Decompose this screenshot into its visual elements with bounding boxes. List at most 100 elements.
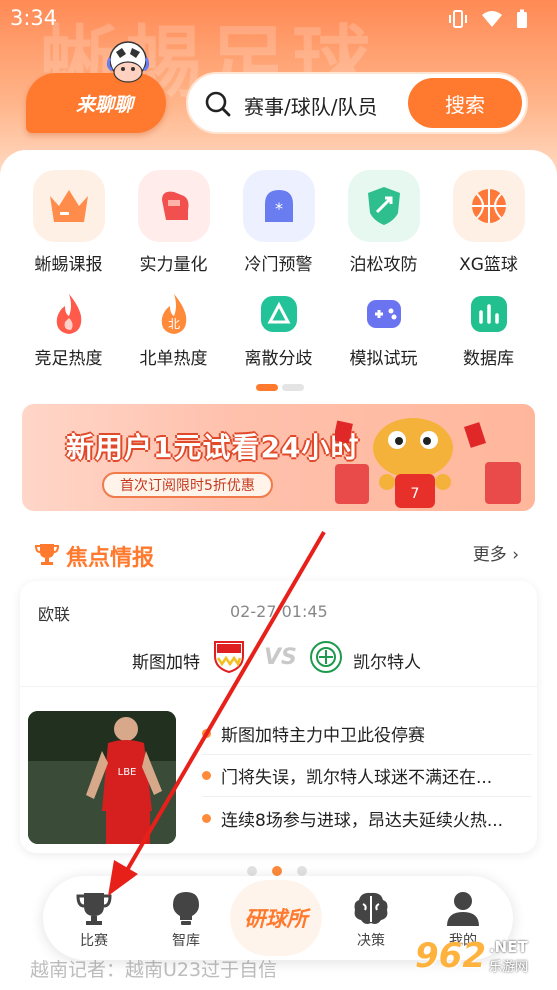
- home-team: 斯图加特: [132, 653, 200, 673]
- vibrate-icon: [449, 10, 467, 28]
- banner-title: 新用户1元试看24小时: [66, 431, 360, 464]
- triangle-icon: [255, 290, 303, 338]
- flame-icon: [45, 290, 93, 338]
- grid-label: 模拟试玩: [349, 349, 418, 369]
- match-card[interactable]: 欧联 02-27 01:45 斯图加特 VS 凯尔特人 LBE 斯图加特主力中卫…: [20, 581, 537, 853]
- battery-icon: [517, 9, 527, 28]
- celtic-crest-icon: [310, 641, 342, 673]
- banner-subtitle: 首次订阅限时5折优惠: [102, 472, 273, 498]
- brain-icon: [354, 892, 388, 924]
- grid-label: XG篮球: [459, 255, 518, 275]
- watermark-text: .NET 乐游网: [489, 938, 528, 975]
- vs-label: VS: [264, 645, 297, 670]
- flame-bei-icon: 北: [150, 290, 198, 338]
- mascot-icon: [106, 41, 150, 83]
- chat-bubble-icon: [53, 94, 63, 112]
- grid-label: 泊松攻防: [349, 255, 418, 275]
- gamepad-icon: [360, 290, 408, 338]
- nav-item-think-tank[interactable]: 智库: [151, 890, 221, 950]
- grid-label: 竞足热度: [34, 349, 103, 369]
- grid-label: 冷门预警: [244, 255, 313, 275]
- away-team: 凯尔特人: [353, 653, 421, 673]
- card-divider: [20, 686, 537, 687]
- svg-text:北: 北: [167, 317, 179, 331]
- user-icon: [447, 892, 479, 926]
- grid-item-xg-basketball[interactable]: XG篮球: [436, 170, 541, 275]
- watermark-net: .NET: [488, 937, 528, 956]
- search-input[interactable]: 赛事/球队/队员: [244, 91, 377, 120]
- news-text: 门将失误，凯尔特人球迷不满还在...: [221, 768, 493, 788]
- news-list: 斯图加特主力中卫此役停赛 门将失误，凯尔特人球迷不满还在... 连续8场参与进球…: [202, 713, 532, 839]
- chat-label: 来聊聊: [76, 93, 134, 116]
- feature-grid-row-1: 蜥蜴课报 实力量化 * 冷门预警 泊松攻防 XG篮球: [16, 170, 557, 275]
- trophy-icon: [76, 893, 112, 925]
- bullet-dot: [202, 813, 211, 823]
- nav-label: 决策: [357, 933, 385, 949]
- status-time: 3:34: [10, 6, 58, 30]
- grid-item-lizard-report[interactable]: 蜥蜴课报: [16, 170, 121, 275]
- grid-pager: [256, 384, 304, 391]
- carousel-dot-active: [272, 866, 282, 876]
- grid-item-jingzu-heat[interactable]: 竞足热度: [16, 290, 121, 369]
- search-button[interactable]: 搜索: [408, 78, 522, 128]
- grid-label: 北单热度: [139, 349, 208, 369]
- news-text: 连续8场参与进球，昂达夫延续火热...: [221, 810, 504, 831]
- nav-item-lab[interactable]: 研球所: [230, 880, 322, 956]
- carousel-dot: [297, 866, 307, 876]
- svg-text:7: 7: [411, 486, 420, 502]
- section-title: 焦点情报: [66, 546, 155, 571]
- pager-dot-active: [256, 384, 278, 391]
- status-bar: 3:34: [0, 0, 557, 38]
- more-link[interactable]: 更多 ›: [473, 540, 519, 565]
- grid-item-poisson[interactable]: 泊松攻防: [331, 170, 436, 275]
- lizard-mascot-icon: 7: [335, 418, 521, 508]
- chart-icon: [465, 290, 513, 338]
- boxing-glove-icon: [137, 170, 210, 242]
- pager-dot: [282, 384, 304, 391]
- grid-label: 实力量化: [139, 255, 208, 275]
- nav-center-label: 研球所: [244, 907, 308, 931]
- news-photo[interactable]: LBE: [28, 711, 176, 844]
- grid-item-discrete[interactable]: 离散分歧: [226, 290, 331, 369]
- search-icon: [205, 91, 231, 117]
- site-watermark-logo: 962 .NET 乐游网: [415, 936, 528, 976]
- league-name: 欧联: [38, 605, 71, 624]
- grid-label: 数据库: [463, 349, 514, 369]
- crown-icon: [32, 170, 105, 242]
- grid-item-upset-alert[interactable]: * 冷门预警: [226, 170, 331, 275]
- nav-label: 智库: [172, 933, 200, 949]
- match-time: 02-27 01:45: [230, 602, 328, 621]
- watermark-cn: 乐游网: [488, 959, 528, 975]
- stuttgart-crest-icon: [214, 641, 244, 674]
- news-text: 斯图加特主力中卫此役停赛: [221, 726, 425, 746]
- search-box[interactable]: 赛事/球队/队员 搜索: [186, 72, 528, 134]
- svg-text:*: *: [275, 199, 283, 218]
- nav-item-matches[interactable]: 比赛: [59, 890, 129, 950]
- promo-banner[interactable]: 新用户1元试看24小时 首次订阅限时5折优惠 7: [22, 404, 535, 511]
- shield-icon: [347, 170, 420, 242]
- grid-item-simulation[interactable]: 模拟试玩: [331, 290, 436, 369]
- feature-grid-row-2: 竞足热度 北 北单热度 离散分歧 模拟试玩 数据库: [16, 290, 557, 369]
- player-photo-icon: LBE: [28, 711, 176, 844]
- carousel-dots: [247, 866, 307, 876]
- nav-label: 比赛: [80, 933, 108, 949]
- bullet-dot: [202, 729, 211, 738]
- nav-item-decision[interactable]: 决策: [336, 890, 406, 950]
- trophy-icon: [34, 544, 60, 565]
- basketball-icon: [452, 170, 525, 242]
- grid-item-database[interactable]: 数据库: [436, 290, 541, 369]
- svg-text:LBE: LBE: [118, 767, 137, 778]
- news-item[interactable]: 门将失误，凯尔特人球迷不满还在...: [202, 755, 532, 797]
- alert-icon: *: [242, 170, 315, 242]
- grid-item-strength-quant[interactable]: 实力量化: [121, 170, 226, 275]
- news-item[interactable]: 连续8场参与进球，昂达夫延续火热...: [202, 797, 532, 839]
- grid-item-beidan-heat[interactable]: 北 北单热度: [121, 290, 226, 369]
- status-icons: [447, 9, 529, 29]
- news-item[interactable]: 斯图加特主力中卫此役停赛: [202, 713, 532, 755]
- grid-label: 蜥蜴课报: [34, 255, 103, 275]
- bullet-dot: [202, 771, 211, 780]
- grid-label: 离散分歧: [244, 349, 313, 369]
- carousel-dot: [247, 866, 257, 876]
- watermark-number: 962: [415, 936, 486, 976]
- bulb-icon: [173, 892, 199, 925]
